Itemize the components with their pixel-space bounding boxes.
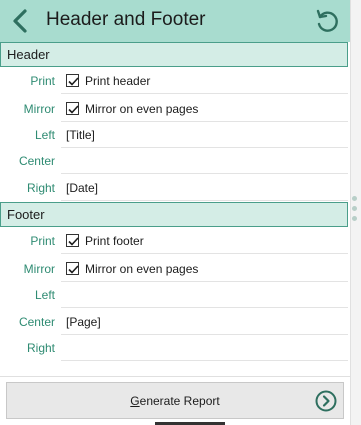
section-title: Header <box>7 47 50 62</box>
row-label: Mirror <box>23 102 55 116</box>
header-center-input[interactable] <box>61 148 348 174</box>
footer-left-input[interactable] <box>61 282 348 308</box>
checkmark-icon <box>68 77 79 86</box>
footer-mirror-row: Mirror Mirror on even pages <box>0 256 348 282</box>
row-label: Left <box>34 288 55 302</box>
header-mirror-label[interactable]: Mirror on even pages <box>85 102 198 116</box>
page-title: Header and Footer <box>46 9 206 30</box>
header-center-row: Center <box>0 148 348 174</box>
checkmark-icon <box>68 265 79 274</box>
label-text: enerate Report <box>139 394 220 408</box>
footer-print-field: Print footer <box>61 228 348 254</box>
footer-print-row: Print Print footer <box>0 228 348 254</box>
print-footer-checkbox[interactable] <box>66 234 79 247</box>
panel-splitter[interactable] <box>350 0 361 425</box>
section-header-header: Header <box>0 42 348 67</box>
print-footer-label[interactable]: Print footer <box>85 234 144 248</box>
footer-mirror-checkbox[interactable] <box>66 262 79 275</box>
row-label: Right <box>26 181 55 195</box>
reset-icon[interactable] <box>314 8 340 34</box>
circle-chevron-right-icon <box>315 390 337 412</box>
row-label: Print <box>30 234 55 248</box>
field-value: [Page] <box>66 315 101 329</box>
splitter-grip-dot <box>352 206 357 211</box>
header-right-input[interactable]: [Date] <box>61 175 348 201</box>
splitter-grip-dot <box>352 216 357 221</box>
splitter-grip-dot <box>352 196 357 201</box>
print-header-checkbox[interactable] <box>66 74 79 87</box>
field-value: [Title] <box>66 128 95 142</box>
footer-right-row: Right <box>0 335 348 361</box>
generate-report-button[interactable]: Generate Report <box>6 382 344 419</box>
row-label: Center <box>18 154 55 168</box>
row-label: Mirror <box>23 262 55 276</box>
row-label: Left <box>34 128 55 142</box>
header-footer-panel: Header and Footer Header Print Print hea… <box>0 0 361 425</box>
footer-left-row: Left <box>0 282 348 308</box>
print-header-label[interactable]: Print header <box>85 74 150 88</box>
field-value: [Date] <box>66 181 99 195</box>
header-print-row: Print Print header <box>0 68 348 94</box>
header-left-row: Left [Title] <box>0 122 348 148</box>
footer-mirror-label[interactable]: Mirror on even pages <box>85 262 198 276</box>
section-header-footer: Footer <box>0 202 348 227</box>
header-print-field: Print header <box>61 68 348 94</box>
row-label: Center <box>18 315 55 329</box>
chevron-left-icon[interactable] <box>8 7 32 35</box>
accesskey: G <box>130 394 140 408</box>
footer-mirror-field: Mirror on even pages <box>61 256 348 282</box>
header-mirror-field: Mirror on even pages <box>61 96 348 122</box>
header-right-row: Right [Date] <box>0 175 348 201</box>
footer-center-input[interactable]: [Page] <box>61 309 348 335</box>
row-label: Right <box>26 341 55 355</box>
generate-report-label: Generate Report <box>7 394 343 408</box>
checkmark-icon <box>68 105 79 114</box>
checkmark-icon <box>68 237 79 246</box>
header-mirror-row: Mirror Mirror on even pages <box>0 96 348 122</box>
footer-center-row: Center [Page] <box>0 309 348 335</box>
title-bar: Header and Footer <box>0 0 350 42</box>
footer-right-input[interactable] <box>61 335 348 361</box>
header-mirror-checkbox[interactable] <box>66 102 79 115</box>
header-left-input[interactable]: [Title] <box>61 122 348 148</box>
row-label: Print <box>30 74 55 88</box>
section-title: Footer <box>7 207 45 222</box>
